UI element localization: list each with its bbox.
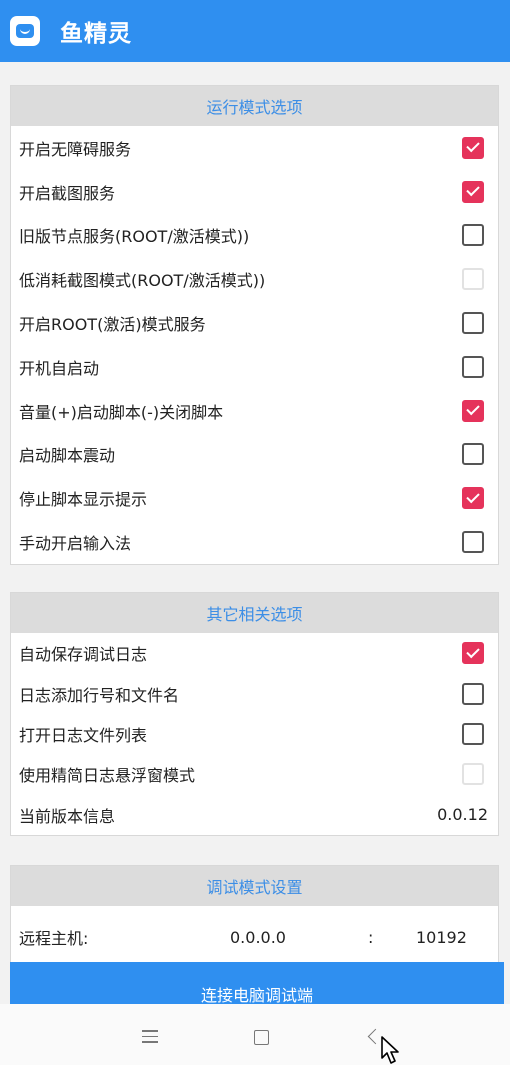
checkbox-input-method[interactable] [462, 531, 484, 554]
option-label: 启动脚本震动 [19, 446, 116, 466]
option-row-input-method[interactable]: 手动开启输入法 [11, 520, 498, 564]
version-row: 当前版本信息 0.0.12 [11, 795, 498, 835]
home-icon[interactable] [254, 1030, 269, 1045]
cursor-icon [381, 1036, 399, 1064]
option-label: 自动保存调试日志 [19, 645, 148, 665]
system-nav-bar [0, 1004, 510, 1065]
checkbox-root-mode[interactable] [462, 312, 484, 335]
option-row-vibrate[interactable]: 启动脚本震动 [11, 433, 498, 477]
checkbox-screenshot[interactable] [462, 180, 484, 203]
option-label: 低消耗截图模式(ROOT/激活模式)) [19, 271, 266, 291]
option-row-screenshot[interactable]: 开启截图服务 [11, 170, 498, 214]
fish-app-icon [10, 16, 40, 46]
checkbox-volume-keys[interactable] [462, 399, 484, 422]
option-label: 停止脚本显示提示 [19, 490, 148, 510]
option-row-accessibility[interactable]: 开启无障碍服务 [11, 126, 498, 170]
app-bar: 鱼精灵 [0, 0, 510, 62]
option-label: 手动开启输入法 [19, 534, 132, 554]
option-row-root-mode[interactable]: 开启ROOT(激活)模式服务 [11, 301, 498, 345]
checkbox-compact-log-window [462, 763, 484, 786]
checkbox-vibrate[interactable] [462, 443, 484, 466]
option-label: 开启无障碍服务 [19, 139, 132, 159]
option-label: 开机自启动 [19, 358, 100, 378]
option-label: 旧版节点服务(ROOT/激活模式)) [19, 227, 250, 247]
option-row-log-line-number[interactable]: 日志添加行号和文件名 [11, 673, 498, 713]
checkbox-low-cost-screenshot [462, 268, 484, 291]
debug-header: 调试模式设置 [11, 866, 498, 906]
option-row-low-cost-screenshot: 低消耗截图模式(ROOT/激活模式)) [11, 257, 498, 301]
option-row-autostart[interactable]: 开机自启动 [11, 345, 498, 389]
checkbox-accessibility[interactable] [462, 136, 484, 159]
remote-separator: : [368, 927, 374, 947]
option-label: 开启ROOT(激活)模式服务 [19, 315, 206, 335]
remote-host-row: 远程主机: 0.0.0.0 : 10192 [11, 906, 498, 968]
option-label: 使用精简日志悬浮窗模式 [19, 766, 196, 786]
other-options-panel: 其它相关选项 自动保存调试日志 日志添加行号和文件名 打开日志文件列表 使用精简… [10, 592, 499, 836]
remote-port-field[interactable]: 10192 [416, 928, 467, 947]
checkbox-autostart[interactable] [462, 355, 484, 378]
checkbox-open-log-list[interactable] [462, 722, 484, 745]
remote-host-label: 远程主机: [19, 929, 89, 948]
option-label: 日志添加行号和文件名 [19, 685, 180, 705]
option-row-auto-save-log[interactable]: 自动保存调试日志 [11, 633, 498, 673]
option-row-stop-tip[interactable]: 停止脚本显示提示 [11, 476, 498, 520]
checkbox-log-line-number[interactable] [462, 682, 484, 705]
option-label: 打开日志文件列表 [19, 725, 148, 745]
remote-ip-field[interactable]: 0.0.0.0 [230, 928, 286, 947]
option-row-legacy-node[interactable]: 旧版节点服务(ROOT/激活模式)) [11, 214, 498, 258]
run-mode-header: 运行模式选项 [11, 86, 498, 126]
app-title: 鱼精灵 [60, 21, 132, 47]
version-label: 当前版本信息 [19, 806, 116, 826]
debug-panel: 调试模式设置 远程主机: 0.0.0.0 : 10192 [10, 865, 499, 967]
other-options-header: 其它相关选项 [11, 593, 498, 633]
checkbox-stop-tip[interactable] [462, 487, 484, 510]
version-value: 0.0.12 [437, 805, 488, 825]
option-row-open-log-list[interactable]: 打开日志文件列表 [11, 714, 498, 754]
menu-icon[interactable] [142, 1030, 158, 1047]
connect-debugger-button[interactable]: 连接电脑调试端 [10, 962, 504, 1006]
checkbox-auto-save-log[interactable] [462, 642, 484, 665]
option-row-volume-keys[interactable]: 音量(+)启动脚本(-)关闭脚本 [11, 389, 498, 433]
checkbox-legacy-node[interactable] [462, 224, 484, 247]
option-label: 开启截图服务 [19, 183, 116, 203]
option-row-compact-log-window: 使用精简日志悬浮窗模式 [11, 754, 498, 794]
option-label: 音量(+)启动脚本(-)关闭脚本 [19, 402, 224, 422]
run-mode-panel: 运行模式选项 开启无障碍服务 开启截图服务 旧版节点服务(ROOT/激活模式))… [10, 85, 499, 565]
